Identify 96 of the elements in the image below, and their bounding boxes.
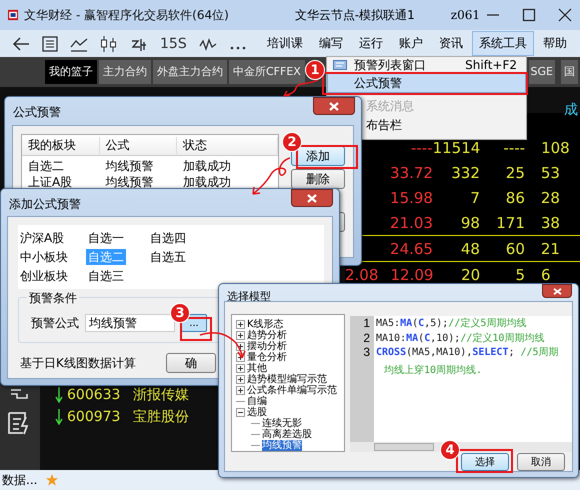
tree-item[interactable]: 自编 bbox=[247, 396, 267, 407]
menu-item[interactable]: 公式预警 bbox=[327, 73, 526, 93]
tree-item[interactable]: 均线预警 bbox=[262, 440, 302, 451]
line-number: 2 bbox=[363, 330, 370, 345]
menu-item[interactable]: 运行 bbox=[352, 31, 390, 56]
table-cell: 11514 bbox=[432, 138, 480, 156]
tree-item[interactable]: 其他 bbox=[247, 363, 267, 374]
field-label: 预警公式 bbox=[31, 314, 79, 332]
code-line: MA5:MA(C,5);//定义5周期均线 bbox=[375, 316, 526, 330]
tree-item[interactable]: 量仓分析 bbox=[247, 352, 287, 363]
dialog-title: 添加公式预警 bbox=[9, 196, 81, 213]
menu-item[interactable]: 账户 bbox=[392, 31, 430, 56]
dialog-button[interactable]: 取消 bbox=[517, 453, 565, 471]
list-item[interactable]: 创业板块 bbox=[18, 268, 70, 284]
table-cell: 2.08 bbox=[345, 266, 378, 284]
list-item[interactable]: 沪深A股 bbox=[18, 230, 66, 246]
list-item[interactable]: 自选三 bbox=[86, 268, 126, 284]
user-label: z061 bbox=[450, 8, 480, 22]
tree-item[interactable]: 连续无影 bbox=[262, 418, 302, 429]
table-cell: 171 bbox=[496, 214, 525, 232]
table-cell-text: 加载成功 bbox=[182, 158, 232, 174]
tab[interactable]: 我的篮子 bbox=[45, 60, 97, 84]
note-text: 基于日K线图数据计算 bbox=[20, 354, 136, 372]
menu-item[interactable]: 帮助 bbox=[536, 31, 574, 56]
server-label: 文华云节点-模拟联通1 bbox=[294, 6, 415, 24]
table-cell: ---- bbox=[503, 138, 526, 156]
table-cell: 21.03 bbox=[390, 214, 433, 232]
table-cell: 12.09 bbox=[390, 266, 434, 284]
table-cell-text: 上证A股 bbox=[27, 174, 74, 190]
dialog-title: 选择模型 bbox=[227, 289, 271, 304]
window-title: 文华财经 - 赢智程序化交易软件(64位) bbox=[24, 6, 229, 24]
menu-item[interactable]: 资讯 bbox=[432, 31, 470, 56]
stock-code: 600973 bbox=[67, 409, 122, 425]
menu-item[interactable]: 培训课 bbox=[260, 31, 310, 56]
table-cell: 60 bbox=[506, 240, 525, 258]
table-cell: 5 bbox=[515, 266, 526, 284]
column-header: 状态 bbox=[177, 136, 278, 154]
table-cell: 15.98 bbox=[390, 188, 433, 206]
stock-name: 宝胜股份 bbox=[133, 408, 189, 426]
table-cell: 28 bbox=[540, 188, 560, 206]
table-cell-text: 均线预警 bbox=[104, 158, 154, 174]
table-cell: 21 bbox=[540, 240, 560, 258]
table-cell: 86 bbox=[506, 188, 525, 206]
table-cell: 24.65 bbox=[390, 240, 433, 258]
code-line: 均线上穿10周期均线. bbox=[383, 364, 482, 377]
status-text: 数据... bbox=[2, 472, 38, 488]
table-cell-text: 自选二 bbox=[27, 158, 65, 174]
dialog-title: 公式预警 bbox=[13, 104, 61, 121]
line-number: 3 bbox=[363, 345, 370, 360]
list-item[interactable]: 自选四 bbox=[148, 230, 188, 246]
code-line: CROSS(MA5,MA10),SELECT; //5周期 bbox=[375, 346, 559, 360]
tree-item[interactable]: K线形态 bbox=[247, 319, 284, 330]
dialog-button[interactable]: 选择 bbox=[461, 453, 509, 471]
column-header: 我的板块 bbox=[22, 136, 100, 154]
tab[interactable]: 外盘主力合约 bbox=[153, 60, 227, 84]
stock-name: 浙报传媒 bbox=[133, 386, 189, 404]
table-cell: 53 bbox=[540, 164, 560, 182]
table-cell-text: 加载成功 bbox=[182, 174, 232, 190]
table-cell: 332 bbox=[451, 164, 480, 182]
stock-code: 600633 bbox=[67, 387, 122, 403]
tree-item[interactable]: 趋势分析 bbox=[247, 330, 287, 341]
tree-item[interactable]: 高离差选股 bbox=[262, 429, 312, 440]
group-title: 预警条件 bbox=[27, 290, 79, 307]
tree-item[interactable]: 摆动分析 bbox=[247, 341, 287, 352]
column-header: 公式 bbox=[100, 136, 177, 154]
table-cell: 98 bbox=[460, 214, 480, 232]
table-cell-text: 均线预警 bbox=[104, 174, 154, 190]
tab[interactable]: 中金所CFFEX bbox=[229, 60, 305, 84]
menu-item[interactable]: 预警列表窗口 Shift+F2 bbox=[327, 57, 526, 73]
input-field[interactable]: 均线预警 bbox=[85, 314, 175, 332]
tab[interactable]: SGE bbox=[528, 60, 555, 84]
column-header: 成 bbox=[564, 101, 578, 119]
table-cell: 33.72 bbox=[390, 164, 433, 182]
tab[interactable]: 主力合约 bbox=[99, 60, 151, 84]
table-cell: 108 bbox=[541, 138, 570, 156]
code-line: MA10:MA(C,10);//定义10周期均线 bbox=[375, 332, 544, 345]
table-cell: 6 bbox=[541, 266, 551, 284]
interval-button[interactable]: 15S bbox=[160, 36, 187, 52]
tree-item[interactable]: 选股 bbox=[247, 407, 267, 418]
menu-item[interactable]: 系统工具 bbox=[472, 31, 534, 56]
table-cell: 38 bbox=[540, 214, 560, 232]
ok-button[interactable]: 确 bbox=[166, 353, 216, 373]
table-cell: 25 bbox=[506, 164, 525, 182]
tree-item[interactable]: 趋势模型编写示范 bbox=[247, 374, 327, 385]
table-cell: 7 bbox=[470, 188, 480, 206]
tab[interactable]: 国 bbox=[561, 60, 578, 84]
table-cell: 48 bbox=[460, 240, 480, 258]
list-item[interactable]: 自选五 bbox=[148, 248, 188, 264]
table-cell: ---- bbox=[410, 138, 433, 156]
list-item[interactable]: 中小板块 bbox=[18, 248, 70, 264]
dialog-button[interactable]: 删除 bbox=[291, 169, 345, 189]
tree-item[interactable]: 公式条件单编写示范 bbox=[247, 385, 337, 396]
menu-item[interactable]: 编写 bbox=[312, 31, 350, 56]
list-item[interactable]: 自选一 bbox=[86, 230, 126, 246]
table-cell: 20 bbox=[461, 266, 480, 284]
line-number: 1 bbox=[363, 316, 370, 330]
